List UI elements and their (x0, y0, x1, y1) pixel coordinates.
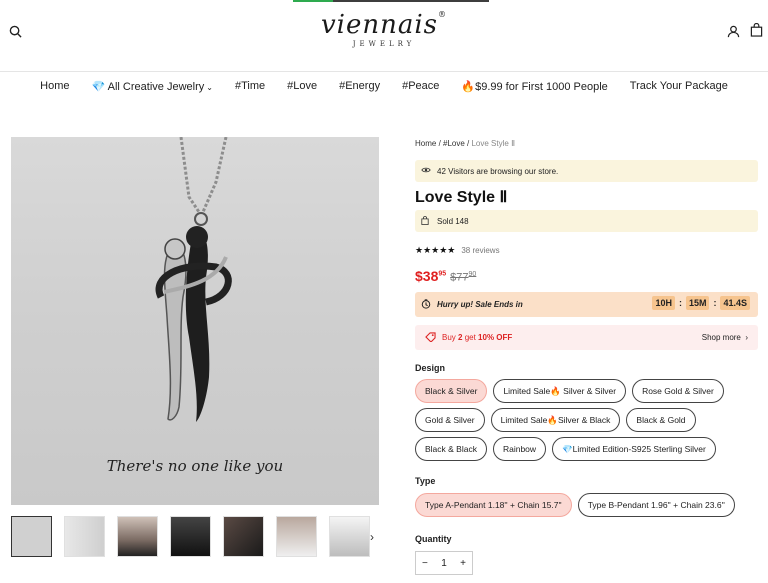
timer-seconds: 41.4S (720, 296, 750, 310)
visitors-notice: 42 Visitors are browsing our store. (415, 160, 758, 182)
nav-item-all-creative-jewelry[interactable]: 💎 All Creative Jewelry ⌄ (92, 80, 213, 93)
shop-more-link[interactable]: Shop more › (702, 333, 748, 342)
breadcrumb-current: Love Style Ⅱ (471, 139, 515, 148)
thumbnail[interactable] (329, 516, 370, 557)
type-label: Type (415, 476, 436, 486)
quantity-value[interactable]: 1 (441, 558, 447, 569)
main-nav: Home 💎 All Creative Jewelry ⌄ #Time #Love… (0, 80, 768, 93)
sale-price: $3895 (415, 268, 447, 284)
design-option[interactable]: Gold & Silver (415, 408, 485, 432)
nav-item-peace[interactable]: #Peace (402, 80, 439, 93)
announcement-progress (293, 0, 489, 2)
design-option[interactable]: Black & Black (415, 437, 487, 461)
quantity-stepper: − 1 + (415, 551, 473, 575)
thumbnail[interactable] (223, 516, 264, 557)
type-options: Type A-Pendant 1.18'' + Chain 15.7'' Typ… (415, 493, 759, 517)
timer-minutes: 15M (685, 296, 710, 310)
nav-item-time[interactable]: #Time (235, 80, 265, 93)
product-main-image[interactable]: There's no one like you (11, 137, 379, 505)
design-option[interactable]: Rainbow (492, 437, 547, 461)
thumbnail[interactable] (170, 516, 211, 557)
site-logo[interactable]: viennais® JEWELRY (0, 10, 768, 48)
nav-item-energy[interactable]: #Energy (339, 80, 380, 93)
diamond-icon: 💎 (91, 81, 106, 93)
design-options: Black & Silver Limited Sale🔥 Silver & Si… (415, 379, 759, 461)
eye-icon (421, 166, 431, 176)
sale-countdown: Hurry up! Sale Ends in 10H : 15M : 41.4S (415, 292, 758, 317)
design-option[interactable]: Rose Gold & Silver (632, 379, 724, 403)
review-count: 38 reviews (461, 246, 500, 255)
bundle-promo: Buy 2 get 10% OFF Shop more › (415, 325, 758, 350)
product-title: Love Style Ⅱ (415, 189, 508, 206)
thumbnail-next-arrow[interactable]: › (370, 530, 374, 544)
type-option[interactable]: Type B-Pendant 1.96'' + Chain 23.6'' (577, 493, 735, 517)
star-rating-icon: ★★★★★ (415, 245, 456, 255)
type-option[interactable]: Type A-Pendant 1.18'' + Chain 15.7'' (415, 493, 572, 517)
thumbnail[interactable] (276, 516, 317, 557)
quantity-decrease-button[interactable]: − (422, 558, 428, 569)
countdown-timer: 10H : 15M : 41.4S (652, 296, 750, 310)
breadcrumb-category[interactable]: #Love (443, 139, 465, 148)
breadcrumb: Home / #Love / Love Style Ⅱ (415, 139, 515, 148)
image-caption: There's no one like you (106, 457, 284, 475)
design-option[interactable]: Black & Gold (626, 408, 696, 432)
tag-icon (425, 331, 436, 344)
nav-item-track-package[interactable]: Track Your Package (630, 80, 728, 93)
thumbnail[interactable] (117, 516, 158, 557)
breadcrumb-home[interactable]: Home (415, 139, 436, 148)
nav-item-first-1000[interactable]: 🔥$9.99 for First 1000 People (461, 80, 607, 93)
sold-count: Sold 148 (415, 210, 758, 232)
design-option[interactable]: 💎Limited Edition-S925 Sterling Silver (552, 437, 716, 461)
user-icon[interactable] (724, 22, 742, 40)
quantity-label: Quantity (415, 534, 452, 544)
original-price: $7790 (450, 271, 477, 284)
nav-item-love[interactable]: #Love (287, 80, 317, 93)
rating[interactable]: ★★★★★ 38 reviews (415, 245, 500, 256)
timer-icon (421, 298, 431, 311)
quantity-increase-button[interactable]: + (460, 558, 466, 569)
bag-icon[interactable] (747, 21, 765, 39)
thumbnail[interactable] (64, 516, 105, 557)
design-option[interactable]: Limited Sale🔥 Silver & Silver (493, 379, 627, 403)
bag-icon (421, 215, 429, 227)
design-option[interactable]: Black & Silver (415, 379, 488, 403)
thumbnail[interactable] (11, 516, 52, 557)
chevron-down-icon: ⌄ (206, 83, 213, 92)
pendant-illustration (155, 137, 232, 422)
thumbnail-strip (11, 516, 370, 557)
timer-hours: 10H (652, 296, 675, 310)
fire-icon: 🔥 (461, 81, 476, 93)
price: $3895 $7790 (415, 268, 476, 284)
nav-item-home[interactable]: Home (40, 80, 69, 93)
site-header: viennais® JEWELRY (0, 0, 768, 72)
design-option[interactable]: Limited Sale🔥Silver & Black (490, 408, 621, 432)
design-label: Design (415, 363, 446, 373)
